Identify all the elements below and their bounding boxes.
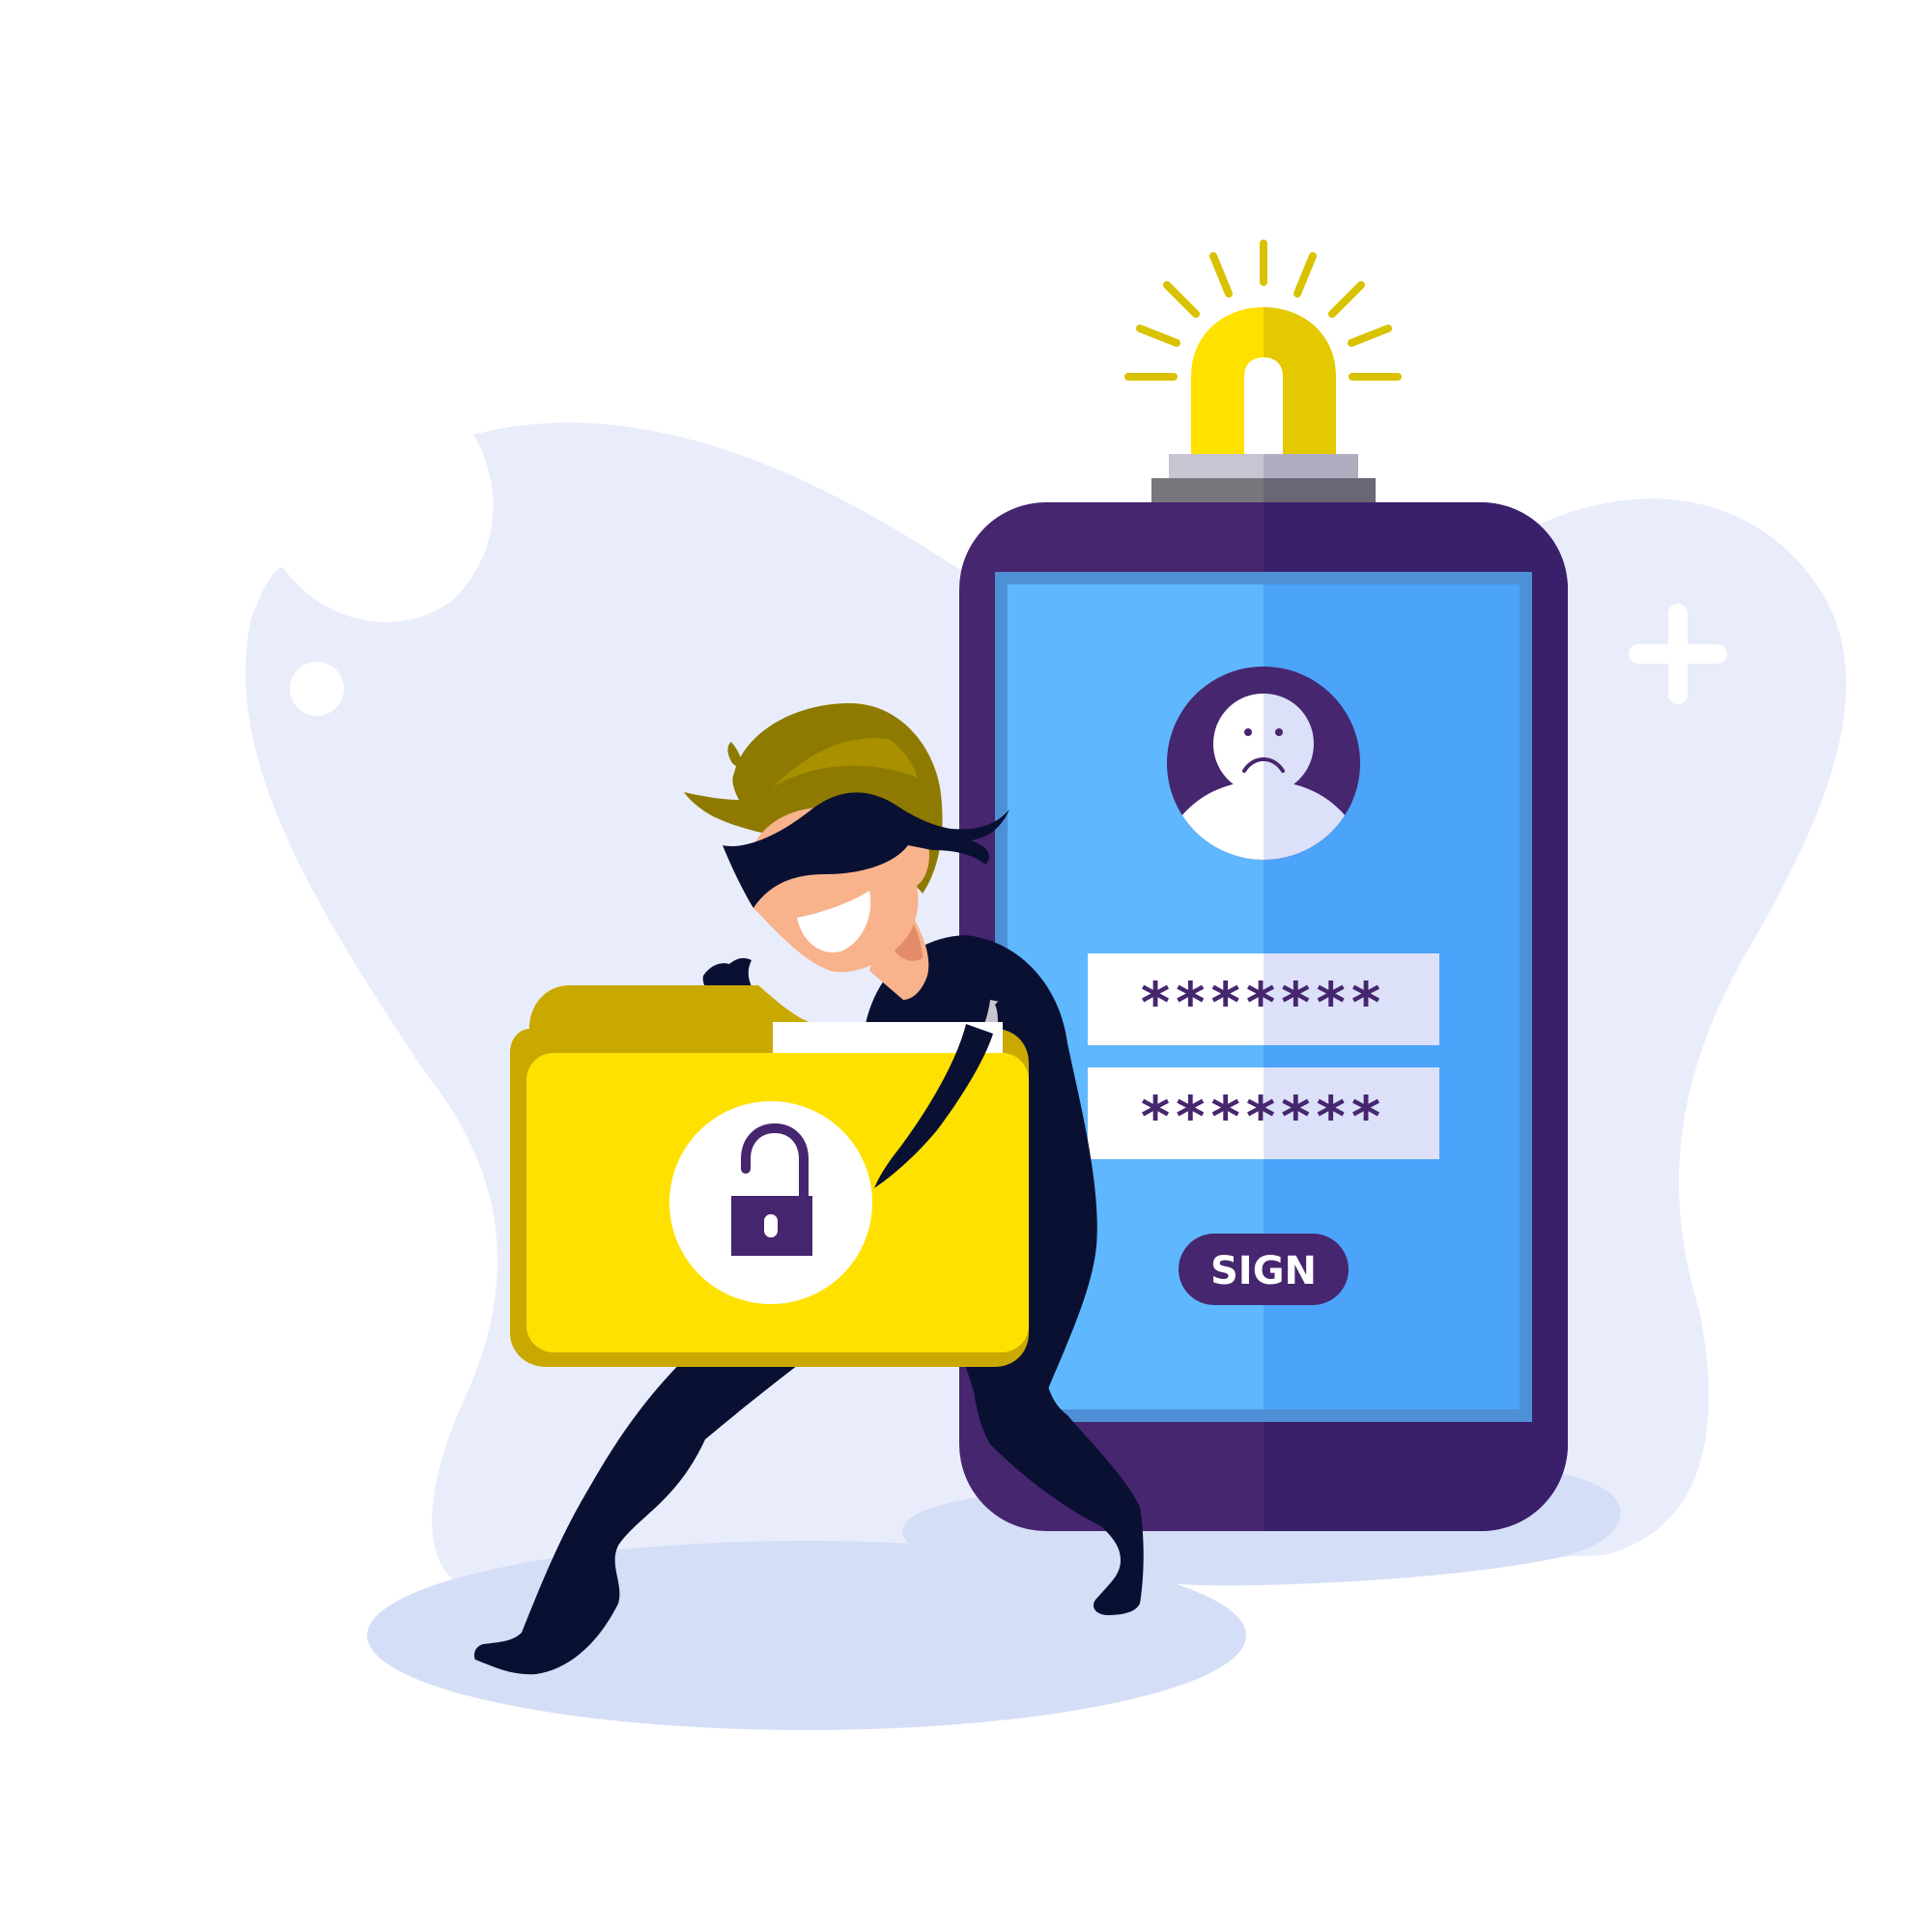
background-dot: [290, 662, 344, 716]
password-field-2[interactable]: *******: [1088, 1067, 1439, 1159]
password-field-1-text: *******: [1141, 970, 1386, 1036]
alarm-light-icon: [1124, 240, 1402, 504]
password-field-2-text: *******: [1141, 1084, 1386, 1150]
password-field-1[interactable]: *******: [1088, 953, 1439, 1045]
unlocked-padlock-icon: [669, 1101, 872, 1304]
scene: ******* ******* SIGN: [245, 240, 1847, 1730]
sign-button-label: SIGN: [1210, 1249, 1317, 1293]
sign-button[interactable]: SIGN: [1179, 1234, 1349, 1305]
